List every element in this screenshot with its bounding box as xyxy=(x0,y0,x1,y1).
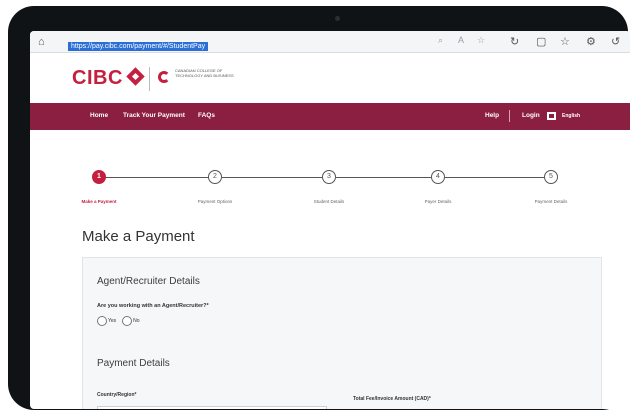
tablet-screen: ⌂ https://pay.cibc.com/payment/#/Student… xyxy=(30,31,630,409)
extensions-icon[interactable]: ⚙ xyxy=(586,35,596,48)
step-5-label: Payment Details xyxy=(534,199,568,204)
main-nav: Home Track Your Payment FAQs Help Login … xyxy=(30,103,630,130)
read-aloud-icon[interactable]: A xyxy=(458,35,464,45)
cibc-diamond-icon xyxy=(126,67,145,86)
step-connector xyxy=(222,177,322,178)
tablet-frame: ⌂ https://pay.cibc.com/payment/#/Student… xyxy=(8,6,630,410)
refresh-icon[interactable]: ↻ xyxy=(510,35,519,48)
nav-language[interactable]: English xyxy=(562,113,580,119)
radio-no-circle[interactable] xyxy=(122,316,133,326)
step-2-circle: 2 xyxy=(208,170,222,184)
step-3-circle: 3 xyxy=(322,170,336,184)
cibc-logo-text: CIBC xyxy=(72,67,123,89)
nav-help[interactable]: Help xyxy=(485,112,499,119)
radio-no[interactable]: No xyxy=(122,316,140,326)
radio-yes-label: Yes xyxy=(108,318,117,324)
step-3-label: Student Details xyxy=(313,199,345,204)
country-select[interactable] xyxy=(97,406,327,409)
agent-section-title: Agent/Recruiter Details xyxy=(97,276,200,287)
college-name: CANADIAN COLLEGE OF TECHNOLOGY AND BUSIN… xyxy=(175,68,234,78)
amount-label: Total Fee/Invoice Amount (CAD)* xyxy=(353,396,431,402)
step-connector xyxy=(336,177,431,178)
step-5-circle: 5 xyxy=(544,170,558,184)
address-bar[interactable]: https://pay.cibc.com/payment/#/StudentPa… xyxy=(68,35,209,51)
url-text[interactable]: https://pay.cibc.com/payment/#/StudentPa… xyxy=(68,42,209,51)
home-icon[interactable]: ⌂ xyxy=(38,35,45,49)
radio-no-label: No xyxy=(133,318,140,324)
step-connector xyxy=(445,177,544,178)
tab-actions-icon[interactable]: ▢ xyxy=(536,35,546,48)
browser-toolbar: ⌂ https://pay.cibc.com/payment/#/Student… xyxy=(30,31,630,53)
favorites-icon[interactable]: ☆ xyxy=(560,35,570,48)
step-4-circle: 4 xyxy=(431,170,445,184)
agent-radio-group: Yes No xyxy=(97,316,140,326)
payment-section-title: Payment Details xyxy=(97,358,170,369)
brand-header: CIBC CANADIAN COLLEGE OF TECHNOLOGY AND … xyxy=(30,53,630,103)
page-title: Make a Payment xyxy=(82,228,195,245)
nav-login[interactable]: Login xyxy=(522,112,540,119)
agent-question: Are you working with an Agent/Recruiter?… xyxy=(97,303,209,309)
brand-divider xyxy=(149,67,150,91)
step-1-circle: 1 xyxy=(92,170,106,184)
progress-stepper: 1 2 3 4 5 Make a Payment Payment Options… xyxy=(30,130,630,220)
radio-yes-circle[interactable] xyxy=(97,316,107,326)
nav-track-payment[interactable]: Track Your Payment xyxy=(123,112,185,119)
nav-home[interactable]: Home xyxy=(90,112,108,119)
camera-dot xyxy=(335,16,340,21)
favorite-star-icon[interactable]: ☆ xyxy=(477,35,485,46)
nav-separator xyxy=(509,110,510,122)
cibc-logo[interactable]: CIBC xyxy=(72,67,145,90)
nav-faqs[interactable]: FAQs xyxy=(198,112,215,119)
country-label: Country/Region* xyxy=(97,392,137,398)
language-flag-icon[interactable] xyxy=(547,112,556,120)
college-logo-icon xyxy=(158,71,170,83)
payment-form-card: Agent/Recruiter Details Are you working … xyxy=(82,257,602,409)
step-4-label: Payer Details xyxy=(424,199,452,204)
radio-yes[interactable]: Yes xyxy=(97,316,116,326)
zoom-icon[interactable]: ⌕ xyxy=(438,35,443,46)
step-1-label: Make a Payment xyxy=(81,199,117,204)
step-2-label: Payment Options xyxy=(197,199,233,204)
step-connector xyxy=(106,177,208,178)
history-icon[interactable]: ↺ xyxy=(611,35,620,48)
